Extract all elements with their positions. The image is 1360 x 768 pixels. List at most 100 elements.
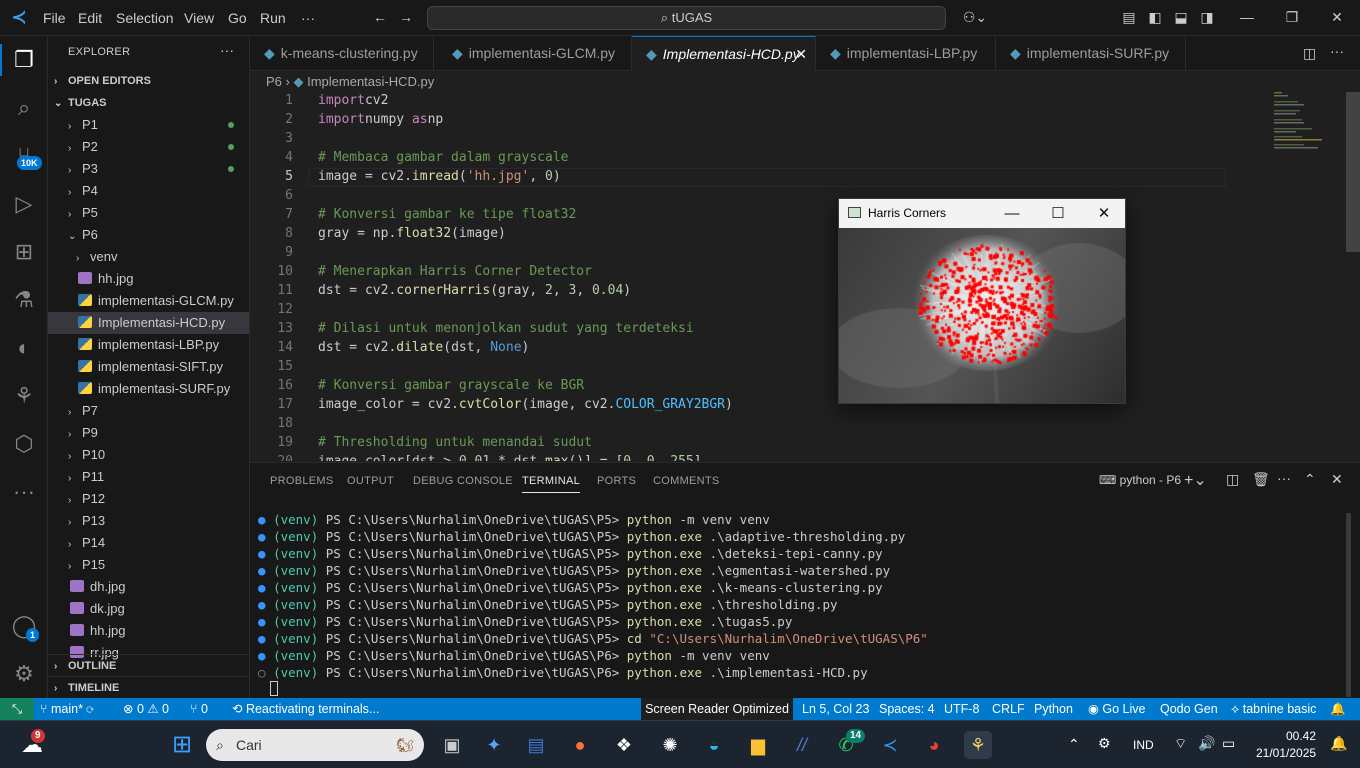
- code-line[interactable]: image_color = cv2.cvtColor(image, cv2.CO…: [318, 397, 733, 412]
- python-icon[interactable]: ⚘: [8, 380, 40, 412]
- wifi-icon[interactable]: ⌔: [1174, 735, 1187, 753]
- tree-item[interactable]: › P2: [48, 136, 249, 158]
- new-terminal-icon[interactable]: +⌄: [1184, 470, 1207, 490]
- file-explorer-icon[interactable]: ▆: [744, 731, 772, 759]
- breadcrumb-folder[interactable]: P6: [266, 74, 282, 89]
- tree-item[interactable]: › P4: [48, 180, 249, 202]
- code-line[interactable]: dst = cv2.cornerHarris(gray, 2, 3, 0.04): [318, 283, 631, 298]
- tree-item[interactable]: › P7: [48, 400, 249, 422]
- copilot-app-icon[interactable]: ✦: [480, 731, 508, 759]
- tree-item[interactable]: implementasi-SURF.py: [48, 378, 249, 400]
- tab-k-means[interactable]: ◆ k-means-clustering.py: [250, 36, 434, 71]
- notifications-icon[interactable]: 🔔: [1330, 698, 1346, 720]
- tree-item[interactable]: hh.jpg: [48, 268, 249, 290]
- problems-status[interactable]: ⊗ 0 ⚠ 0: [123, 698, 169, 720]
- tree-item[interactable]: Implementasi-HCD.py: [48, 312, 249, 334]
- eol-status[interactable]: CRLF: [992, 698, 1025, 720]
- code-line[interactable]: gray = np.float32(image): [318, 226, 506, 241]
- store-icon[interactable]: ▤: [522, 731, 550, 759]
- tree-item[interactable]: › P13: [48, 510, 249, 532]
- menu-run[interactable]: Run: [260, 10, 286, 26]
- workspace-root[interactable]: ⌄ TUGAS: [48, 92, 249, 114]
- dropbox-icon[interactable]: ❖: [610, 731, 638, 759]
- tab-surf[interactable]: ◆ implementasi-SURF.py: [996, 36, 1186, 71]
- code-line[interactable]: dst = cv2.dilate(dst, None): [318, 340, 529, 355]
- tree-item[interactable]: › P12: [48, 488, 249, 510]
- explorer-more-icon[interactable]: ···: [220, 42, 234, 58]
- minimize-window-icon[interactable]: —: [1238, 9, 1256, 25]
- minimize-window-icon[interactable]: —: [999, 199, 1025, 228]
- tree-item[interactable]: dk.jpg: [48, 598, 249, 620]
- input-language[interactable]: IND: [1133, 738, 1154, 752]
- tree-item[interactable]: implementasi-SIFT.py: [48, 356, 249, 378]
- toggle-panel-icon[interactable]: ⬓: [1172, 9, 1190, 25]
- tree-item[interactable]: implementasi-LBP.py: [48, 334, 249, 356]
- search-icon[interactable]: ⌕: [8, 92, 40, 124]
- maximize-window-icon[interactable]: ☐: [1045, 199, 1071, 228]
- menu-file[interactable]: File: [43, 10, 66, 26]
- editor-more-icon[interactable]: ···: [1330, 43, 1344, 59]
- start-windows-icon[interactable]: ⊞: [168, 731, 196, 759]
- code-line[interactable]: # Dilasi untuk menonjolkan sudut yang te…: [318, 321, 694, 336]
- python-app-icon[interactable]: ⚘: [964, 731, 992, 759]
- tree-item[interactable]: › P9: [48, 422, 249, 444]
- toggle-sidebar-icon[interactable]: ◧: [1146, 9, 1164, 25]
- tree-item[interactable]: › venv: [48, 246, 249, 268]
- code-line[interactable]: # Konversi gambar ke tipe float32: [318, 207, 576, 222]
- edge-icon[interactable]: ◒: [700, 731, 728, 759]
- tabnine-status[interactable]: ⟡ tabnine basic: [1231, 698, 1316, 720]
- more-views-icon[interactable]: ···: [8, 476, 40, 508]
- cursor-position[interactable]: Ln 5, Col 23: [802, 698, 869, 720]
- testing-icon[interactable]: ⚗: [8, 284, 40, 316]
- kill-terminal-icon[interactable]: 🗑: [1252, 471, 1270, 488]
- tree-item[interactable]: › P3: [48, 158, 249, 180]
- tree-item[interactable]: › P5: [48, 202, 249, 224]
- manage-gear-icon[interactable]: ⚙: [8, 658, 40, 690]
- chrome-icon[interactable]: ◕: [920, 731, 948, 759]
- harris-title-bar[interactable]: Harris Corners — ☐ ✕: [839, 199, 1125, 228]
- show-hidden-icons[interactable]: ⌃: [1068, 736, 1080, 753]
- menu-selection[interactable]: Selection: [116, 10, 174, 26]
- layout-customize-icon[interactable]: ▤: [1120, 9, 1138, 25]
- tree-item[interactable]: hh.jpg: [48, 620, 249, 642]
- code-line[interactable]: # Konversi gambar grayscale ke BGR: [318, 378, 584, 393]
- breadcrumb-file[interactable]: Implementasi-HCD.py: [307, 74, 434, 89]
- tree-item[interactable]: dh.jpg: [48, 576, 249, 598]
- code-line[interactable]: importcv2: [318, 93, 388, 108]
- open-editors-section[interactable]: › OPEN EDITORS: [48, 70, 249, 92]
- split-editor-icon[interactable]: ◫: [1303, 45, 1316, 62]
- panel-more-icon[interactable]: ···: [1277, 470, 1291, 486]
- branch-status[interactable]: ⑂ main* ⟳: [40, 698, 94, 720]
- run-debug-icon[interactable]: ▷: [8, 188, 40, 220]
- volume-icon[interactable]: 🔊: [1198, 735, 1215, 752]
- terminal-selector[interactable]: ⌨ python - P6: [1099, 473, 1181, 487]
- tree-item[interactable]: › P15: [48, 554, 249, 576]
- tree-item[interactable]: › P1: [48, 114, 249, 136]
- minimap[interactable]: [1270, 92, 1340, 152]
- close-panel-icon[interactable]: ✕: [1331, 471, 1343, 488]
- indentation-status[interactable]: Spaces: 4: [879, 698, 935, 720]
- copilot-icon[interactable]: ⚇⌄: [960, 9, 990, 25]
- tab-hcd[interactable]: ◆ Implementasi-HCD.py ✕: [632, 36, 816, 71]
- tree-item[interactable]: ⌄ P6: [48, 224, 249, 246]
- forward-arrow-icon[interactable]: →: [397, 9, 415, 25]
- command-center-search[interactable]: ⌕ tUGAS: [427, 6, 946, 30]
- editor-scrollbar[interactable]: [1346, 92, 1360, 252]
- maximize-panel-icon[interactable]: ⌃: [1304, 471, 1316, 488]
- code-line[interactable]: # Menerapkan Harris Corner Detector: [318, 264, 592, 279]
- tab-lbp[interactable]: ◆ implementasi-LBP.py: [816, 36, 996, 71]
- outline-section[interactable]: › OUTLINE: [48, 654, 249, 676]
- menu-more[interactable]: ···: [301, 10, 315, 26]
- tab-problems[interactable]: PROBLEMS: [270, 475, 334, 487]
- tab-comments[interactable]: COMMENTS: [653, 475, 720, 487]
- code-line[interactable]: importnumpy asnp: [318, 112, 443, 127]
- task-view-icon[interactable]: ▣: [438, 731, 466, 759]
- tree-item[interactable]: › P11: [48, 466, 249, 488]
- edge-tools-icon[interactable]: ◐: [8, 332, 40, 364]
- tree-item[interactable]: implementasi-GLCM.py: [48, 290, 249, 312]
- code-line[interactable]: image = cv2.imread('hh.jpg', 0): [318, 169, 561, 184]
- menu-go[interactable]: Go: [228, 10, 247, 26]
- taskbar-search[interactable]: ⌕ Cari 🐿: [206, 729, 424, 761]
- code-line[interactable]: # Thresholding untuk menandai sudut: [318, 435, 592, 450]
- close-tab-icon[interactable]: ✕: [795, 37, 807, 72]
